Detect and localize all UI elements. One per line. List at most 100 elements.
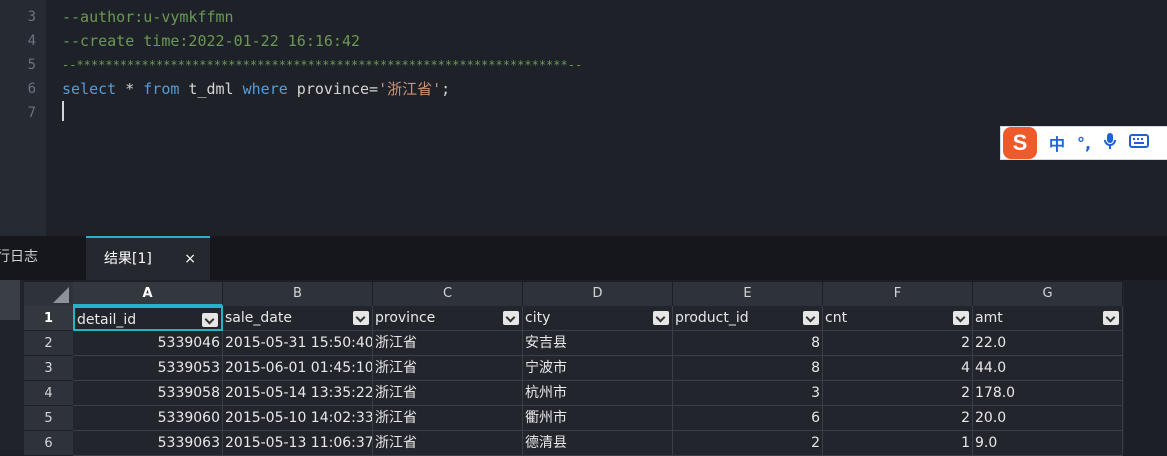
sogou-logo-icon[interactable]: S [1003,127,1037,159]
corner-triangle-icon [53,287,69,303]
row-number[interactable]: 3 [24,356,73,381]
sql-editor[interactable]: 3 4 5 6 7 --author:u-vymkffmn --create t… [0,0,1167,236]
table-cell[interactable]: 22.0 [973,331,1123,356]
table-cell[interactable]: 2015-05-10 14:02:33 [223,406,373,431]
field-header-label: province [375,310,436,326]
grid-right-padding [1124,282,1167,450]
table-cell[interactable]: 3 [673,381,823,406]
table-cell[interactable]: 2 [823,406,973,431]
keyword-from: from [143,80,180,98]
row-number[interactable]: 2 [24,331,73,356]
row-number[interactable]: 6 [24,431,73,456]
table-cell[interactable]: 浙江省 [373,331,523,356]
field-header-label: cnt [825,310,848,326]
table-cell[interactable]: 浙江省 [373,356,523,381]
code-line-select-statement[interactable]: select * from t_dml where province='浙江省'… [62,77,450,101]
keyword-select: select [62,80,117,98]
code-token: province= [287,80,379,98]
tab-run-log[interactable]: 行日志 [0,236,76,280]
tab-result-label: 结果[1] [104,251,152,267]
field-header-cell[interactable]: cnt [823,306,973,331]
field-header-cell[interactable]: sale_date [223,306,373,331]
line-number-gutter: 3 4 5 6 7 [0,0,46,236]
table-cell[interactable]: 2 [823,381,973,406]
close-icon[interactable]: × [184,238,196,280]
table-cell[interactable]: 44.0 [973,356,1123,381]
code-line-create-time-comment[interactable]: --create time:2022-01-22 16:16:42 [62,29,360,53]
table-cell[interactable]: 浙江省 [373,406,523,431]
row-number[interactable]: 1 [24,306,73,331]
table-cell[interactable]: 5339046 [73,331,223,356]
table-cell[interactable]: 浙江省 [373,431,523,456]
column-header-letter[interactable]: C [373,282,523,306]
field-header-label: product_id [675,310,749,326]
column-header-letter[interactable]: A [73,282,223,306]
table-cell[interactable]: 2 [823,331,973,356]
select-all-corner[interactable] [24,282,73,306]
table-cell[interactable]: 8 [673,356,823,381]
field-header-cell[interactable]: province [373,306,523,331]
field-header-label: detail_id [77,312,137,328]
row-number[interactable]: 5 [24,406,73,431]
table-cell[interactable]: 20.0 [973,406,1123,431]
code-line-separator-comment[interactable]: --**************************************… [62,53,582,77]
table-cell[interactable]: 1 [823,431,973,456]
field-header-label: amt [975,310,1003,326]
table-cell[interactable]: 5339060 [73,406,223,431]
field-header-label: city [525,310,551,326]
filter-dropdown-icon[interactable] [1103,311,1119,325]
table-cell[interactable]: 5339053 [73,356,223,381]
column-header-letter[interactable]: E [673,282,823,306]
table-cell[interactable]: 4 [823,356,973,381]
column-header-letter[interactable]: B [223,282,373,306]
table-cell[interactable]: 2015-05-31 15:50:40 [223,331,373,356]
field-header-cell[interactable]: city [523,306,673,331]
table-cell[interactable]: 安吉县 [523,331,673,356]
line-number: 5 [27,57,36,73]
table-cell[interactable]: 宁波市 [523,356,673,381]
table-cell[interactable]: 5339058 [73,381,223,406]
field-header-cell[interactable]: product_id [673,306,823,331]
table-cell[interactable]: 2 [673,431,823,456]
line-number: 7 [27,105,36,121]
filter-dropdown-icon[interactable] [953,311,969,325]
table-cell[interactable]: 杭州市 [523,381,673,406]
filter-dropdown-icon[interactable] [503,311,519,325]
table-cell[interactable]: 德清县 [523,431,673,456]
ime-toolbar[interactable]: S 中 °, [1000,126,1167,160]
string-literal: '浙江省' [378,80,442,98]
filter-dropdown-icon[interactable] [353,311,369,325]
result-tab-bar: 行日志 结果[1] × [0,236,1167,280]
table-cell[interactable]: 2015-05-13 11:06:37 [223,431,373,456]
field-header-cell[interactable]: detail_id [73,306,223,331]
filter-dropdown-icon[interactable] [202,313,218,327]
table-cell[interactable]: 浙江省 [373,381,523,406]
table-cell[interactable]: 178.0 [973,381,1123,406]
column-header-letter[interactable]: F [823,282,973,306]
line-number: 3 [27,9,36,25]
left-side-panel [0,280,24,450]
table-cell[interactable]: 9.0 [973,431,1123,456]
table-cell[interactable]: 2015-06-01 01:45:10 [223,356,373,381]
table-cell[interactable]: 5339063 [73,431,223,456]
row-number[interactable]: 4 [24,381,73,406]
table-cell[interactable]: 8 [673,331,823,356]
code-token: ; [441,80,451,98]
table-cell[interactable]: 6 [673,406,823,431]
table-cell[interactable]: 衢州市 [523,406,673,431]
column-header-letter[interactable]: D [523,282,673,306]
filter-dropdown-icon[interactable] [803,311,819,325]
ime-punctuation-toggle[interactable]: °, [1077,134,1091,153]
table-name: t_dml [179,80,243,98]
keyword-where: where [242,80,288,98]
tab-result-1[interactable]: 结果[1] × [86,236,210,280]
side-panel-block [0,280,20,320]
column-header-letter[interactable]: G [973,282,1123,306]
field-header-cell[interactable]: amt [973,306,1123,331]
code-line-author-comment[interactable]: --author:u-vymkffmn [62,5,234,29]
microphone-icon[interactable] [1103,132,1117,154]
filter-dropdown-icon[interactable] [653,311,669,325]
keyboard-icon[interactable] [1129,133,1150,153]
table-cell[interactable]: 2015-05-14 13:35:22 [223,381,373,406]
ime-chinese-mode[interactable]: 中 [1049,131,1065,155]
